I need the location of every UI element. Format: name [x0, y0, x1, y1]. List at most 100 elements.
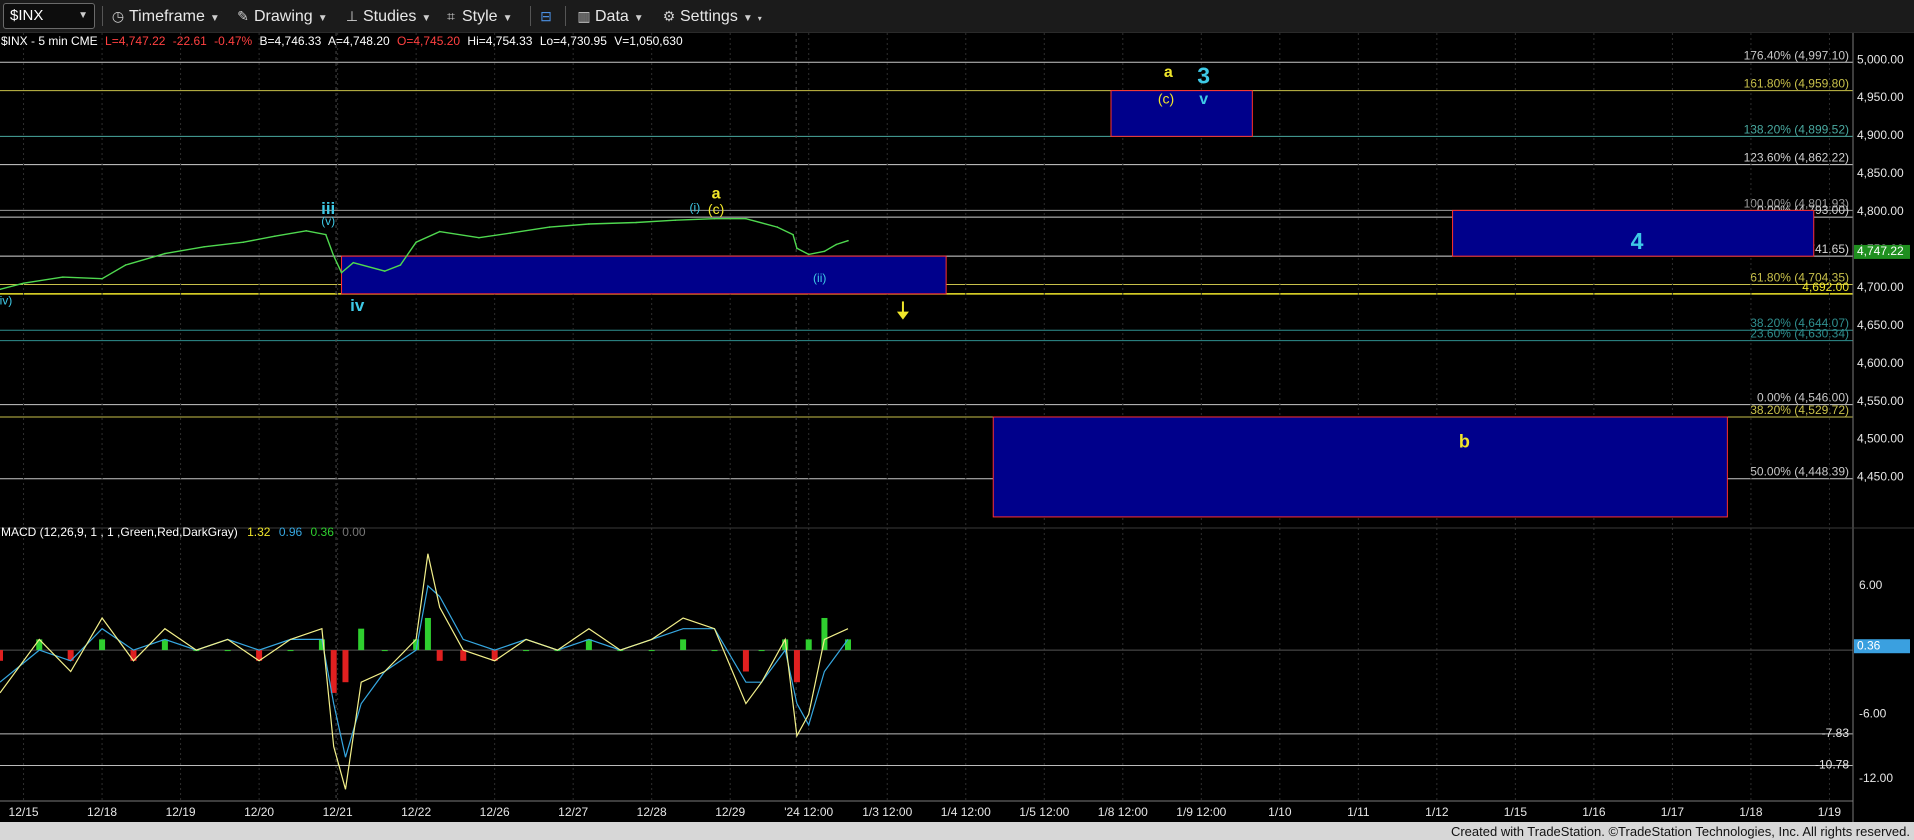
macd-histogram-bar [224, 650, 231, 652]
timeframe-label: Timeframe [129, 8, 205, 25]
price-point [713, 217, 716, 220]
toolbar-separator [530, 6, 531, 26]
time-tick-label: 1/11 [1347, 805, 1370, 819]
layout-button[interactable]: ⊟ [538, 0, 557, 32]
fib-level-label: 123.60% (4,862.22) [1744, 151, 1849, 165]
price-point [383, 270, 386, 272]
target-box [341, 255, 947, 295]
settings-label: Settings [680, 8, 738, 25]
macd-histogram-bar [358, 628, 365, 651]
macd-tick-label: -6.00 [1859, 707, 1887, 721]
price-point [399, 264, 402, 266]
fib-level-label: 23.60% (4,630.34) [1750, 327, 1849, 341]
macd-header: MACD (12,26,9, 1 , 1 ,Green,Red,DarkGray… [1, 525, 366, 539]
price-tick-label: 4,950.00 [1857, 90, 1904, 104]
wave-label: iv [350, 296, 365, 315]
price-point [242, 241, 245, 244]
macd-histogram-bar [523, 650, 530, 652]
quote-low: Lo=4,730.95 [540, 34, 607, 48]
footer-bar: Created with TradeStation. ©TradeStation… [0, 822, 1914, 840]
fib-level-label: 4,692.00 [1802, 280, 1849, 294]
time-tick-label: '24 12:00 [784, 805, 833, 819]
down-arrow-head [896, 311, 909, 320]
last-price-label: 4,747.22 [1857, 244, 1904, 258]
drawing-menu[interactable]: ✎ Drawing ▼ [235, 0, 327, 32]
price-point [776, 226, 779, 228]
macd-histogram-bar [99, 639, 106, 651]
price-point [274, 235, 276, 237]
chevron-down-icon: ▼ [209, 13, 220, 24]
price-point [478, 236, 480, 239]
timeframe-menu[interactable]: ◷ Timeframe ▼ [110, 0, 220, 32]
price-point [124, 264, 127, 266]
wave-label: (ii) [813, 271, 826, 285]
wave-label: (v) [321, 214, 335, 228]
macd-histogram-bar [742, 650, 749, 672]
studies-menu[interactable]: ⊥ Studies ▼ [344, 0, 431, 32]
quote-line: $INX - 5 min CME L=4,747.22 -22.61 -0.47… [1, 34, 683, 48]
layout-icon: ⊟ [540, 8, 552, 24]
price-point [792, 233, 794, 236]
macd-histogram-bar [436, 650, 443, 661]
price-point [509, 232, 512, 234]
fib-level-label: 38.20% (4,529.72) [1750, 403, 1849, 417]
time-tick-label: 1/15 [1504, 805, 1528, 819]
target-boxes [341, 90, 1815, 518]
symbol-text: $INX [10, 7, 44, 24]
price-tick-label: 4,550.00 [1857, 394, 1904, 408]
wave-label: b [1459, 431, 1470, 451]
macd-level-label: -7.83 [1822, 726, 1850, 740]
time-tick-label: 12/21 [323, 805, 353, 819]
quote-bid: B=4,746.33 [260, 34, 322, 48]
time-tick-label: 12/28 [637, 805, 667, 819]
price-point [164, 252, 166, 255]
price-point [745, 217, 747, 220]
time-tick-label: 1/5 12:00 [1019, 805, 1069, 819]
macd-label: MACD (12,26,9, 1 , 1 ,Green,Red,DarkGray… [1, 525, 238, 539]
quote-last: L=4,747.22 [105, 34, 166, 48]
clock-icon: ◷ [111, 8, 125, 24]
macd-histogram-bar [711, 650, 718, 652]
footer-credit: Created with TradeStation. ©TradeStation… [1450, 824, 1910, 839]
macd-histogram-bar [330, 650, 337, 693]
drawing-label: Drawing [254, 8, 313, 25]
quote-prefix: $INX - 5 min CME [1, 34, 98, 48]
price-chart[interactable]: 176.40% (4,997.10) 161.80% (4,959.80) 138.… [0, 33, 1914, 822]
quote-ask: A=4,748.20 [328, 34, 390, 48]
macd-line [0, 553, 849, 790]
time-tick-label: 1/18 [1739, 805, 1763, 819]
price-point [332, 255, 335, 257]
quote-pct: -0.47% [214, 34, 252, 48]
data-menu[interactable]: ▥ Data ▼ [576, 0, 643, 32]
wave-label: a [712, 186, 721, 203]
symbol-dropdown-icon[interactable]: ▼ [78, 10, 88, 21]
time-tick-label: 1/4 12:00 [941, 805, 991, 819]
wave-label: a [1164, 64, 1173, 81]
price-point [203, 245, 205, 248]
symbol-input[interactable]: $INX ▼ [3, 3, 95, 29]
style-label: Style [462, 8, 498, 25]
price-point [635, 221, 637, 224]
macd-value-label: 0.36 [1857, 638, 1881, 652]
time-tick-label: 12/27 [558, 805, 588, 819]
macd-histogram-bar [805, 639, 812, 651]
wave-label: v [1199, 91, 1208, 108]
target-box [1110, 90, 1253, 137]
price-point [674, 219, 677, 222]
macd-histogram-bar [0, 650, 3, 661]
macd-pane [0, 553, 1853, 790]
settings-menu[interactable]: ⚙ Settings ▼ ▾ [661, 0, 762, 32]
time-tick-label: 1/10 [1268, 805, 1292, 819]
price-point [62, 276, 64, 278]
price-point [835, 243, 838, 246]
time-tick-label: 12/26 [480, 805, 510, 819]
time-tick-label: 12/19 [166, 805, 196, 819]
price-tick-label: 4,800.00 [1857, 204, 1904, 218]
target-box [992, 416, 1728, 518]
price-tick-label: 4,700.00 [1857, 280, 1904, 294]
data-label: Data [595, 8, 629, 25]
price-point [22, 282, 25, 285]
macd-histogram-bar [287, 650, 294, 652]
macd-signal-value: 0.96 [279, 525, 303, 539]
style-menu[interactable]: ⌗ Style ▼ [443, 0, 512, 32]
